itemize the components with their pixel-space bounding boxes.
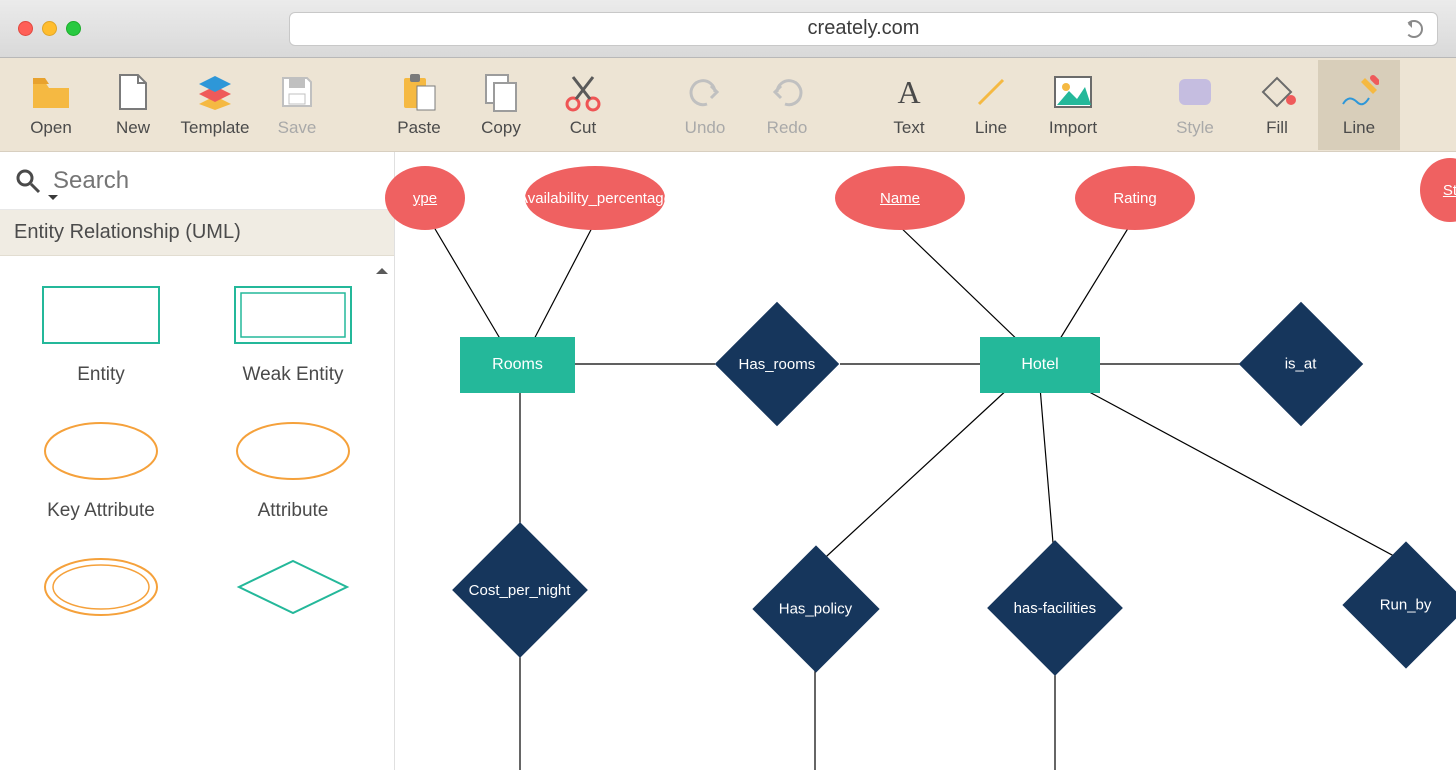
line-icon bbox=[971, 72, 1011, 112]
entity-hotel[interactable]: Hotel bbox=[980, 337, 1100, 393]
tool-label: Style bbox=[1176, 118, 1214, 138]
search-icon[interactable] bbox=[15, 168, 41, 194]
shape-relationship[interactable] bbox=[202, 552, 384, 622]
pencil-line-icon bbox=[1339, 72, 1379, 112]
fill-button[interactable]: Fill bbox=[1236, 60, 1318, 150]
new-button[interactable]: New bbox=[92, 60, 174, 150]
tool-label: Import bbox=[1049, 118, 1097, 138]
attribute-preview-icon bbox=[228, 416, 358, 486]
window-minimize-icon[interactable] bbox=[42, 21, 57, 36]
address-bar[interactable]: creately.com bbox=[289, 12, 1438, 46]
main-toolbar: Open New Template Save Paste Copy C bbox=[0, 58, 1456, 152]
tool-label: Paste bbox=[397, 118, 440, 138]
style-button[interactable]: Style bbox=[1154, 60, 1236, 150]
redo-button[interactable]: Redo bbox=[746, 60, 828, 150]
save-button[interactable]: Save bbox=[256, 60, 338, 150]
shape-label: Key Attribute bbox=[47, 500, 155, 522]
tool-label: Fill bbox=[1266, 118, 1288, 138]
shape-attribute[interactable]: Attribute bbox=[202, 416, 384, 522]
workspace: Entity Relationship (UML) Entity Weak En… bbox=[0, 152, 1456, 770]
template-button[interactable]: Template bbox=[174, 60, 256, 150]
tool-label: Text bbox=[893, 118, 924, 138]
search-input[interactable] bbox=[53, 167, 379, 195]
diagram-canvas[interactable]: ype Availability_percentage Name Rating … bbox=[395, 152, 1456, 770]
import-button[interactable]: Import bbox=[1032, 60, 1114, 150]
window-maximize-icon[interactable] bbox=[66, 21, 81, 36]
text-a-icon: A bbox=[889, 72, 929, 112]
shape-category-header[interactable]: Entity Relationship (UML) bbox=[0, 210, 394, 256]
attribute-name[interactable]: Name bbox=[835, 166, 965, 230]
template-stack-icon bbox=[195, 72, 235, 112]
multivalued-attr-preview-icon bbox=[36, 552, 166, 622]
traffic-lights bbox=[18, 21, 81, 36]
tool-label: Line bbox=[1343, 118, 1375, 138]
tool-label: Undo bbox=[685, 118, 726, 138]
shape-weak-entity[interactable]: Weak Entity bbox=[202, 280, 384, 386]
image-import-icon bbox=[1053, 72, 1093, 112]
entity-preview-icon bbox=[36, 280, 166, 350]
tool-label: Redo bbox=[767, 118, 808, 138]
scissors-icon bbox=[563, 72, 603, 112]
paste-button[interactable]: Paste bbox=[378, 60, 460, 150]
attribute-rating[interactable]: Rating bbox=[1075, 166, 1195, 230]
svg-text:A: A bbox=[897, 75, 920, 109]
shape-sidebar: Entity Relationship (UML) Entity Weak En… bbox=[0, 152, 395, 770]
url-text: creately.com bbox=[808, 17, 920, 40]
shape-label: Entity bbox=[77, 364, 125, 386]
save-icon bbox=[277, 72, 317, 112]
refresh-icon[interactable] bbox=[1405, 20, 1423, 38]
relationship-preview-icon bbox=[228, 552, 358, 622]
fill-bucket-icon bbox=[1257, 72, 1297, 112]
undo-button[interactable]: Undo bbox=[664, 60, 746, 150]
line-button[interactable]: Line bbox=[950, 60, 1032, 150]
shape-palette: Entity Weak Entity Key Attribute bbox=[0, 256, 394, 770]
style-rect-icon bbox=[1175, 72, 1215, 112]
tool-label: New bbox=[116, 118, 150, 138]
window-close-icon[interactable] bbox=[18, 21, 33, 36]
shape-label: Attribute bbox=[258, 500, 329, 522]
line-tool-button[interactable]: Line bbox=[1318, 60, 1400, 150]
browser-titlebar: creately.com bbox=[0, 0, 1456, 58]
redo-icon bbox=[767, 72, 807, 112]
tool-label: Cut bbox=[570, 118, 596, 138]
paste-icon bbox=[399, 72, 439, 112]
shape-entity[interactable]: Entity bbox=[10, 280, 192, 386]
folder-icon bbox=[31, 72, 71, 112]
entity-rooms[interactable]: Rooms bbox=[460, 337, 575, 393]
tool-label: Line bbox=[975, 118, 1007, 138]
copy-icon bbox=[481, 72, 521, 112]
search-dropdown-icon[interactable] bbox=[48, 195, 58, 205]
new-file-icon bbox=[113, 72, 153, 112]
shape-label: Weak Entity bbox=[242, 364, 343, 386]
copy-button[interactable]: Copy bbox=[460, 60, 542, 150]
tool-label: Save bbox=[278, 118, 317, 138]
attribute-type[interactable]: ype bbox=[385, 166, 465, 230]
search-row bbox=[0, 152, 394, 210]
weak-entity-preview-icon bbox=[228, 280, 358, 350]
shape-key-attribute[interactable]: Key Attribute bbox=[10, 416, 192, 522]
cut-button[interactable]: Cut bbox=[542, 60, 624, 150]
tool-label: Template bbox=[181, 118, 250, 138]
text-button[interactable]: A Text bbox=[868, 60, 950, 150]
open-button[interactable]: Open bbox=[10, 60, 92, 150]
tool-label: Open bbox=[30, 118, 72, 138]
undo-icon bbox=[685, 72, 725, 112]
attribute-availability[interactable]: Availability_percentage bbox=[525, 166, 665, 230]
key-attribute-preview-icon bbox=[36, 416, 166, 486]
diagram-edges bbox=[395, 152, 1456, 770]
tool-label: Copy bbox=[481, 118, 521, 138]
category-label: Entity Relationship (UML) bbox=[14, 221, 241, 244]
shape-multivalued-attribute[interactable] bbox=[10, 552, 192, 622]
scroll-up-icon[interactable] bbox=[376, 262, 388, 274]
